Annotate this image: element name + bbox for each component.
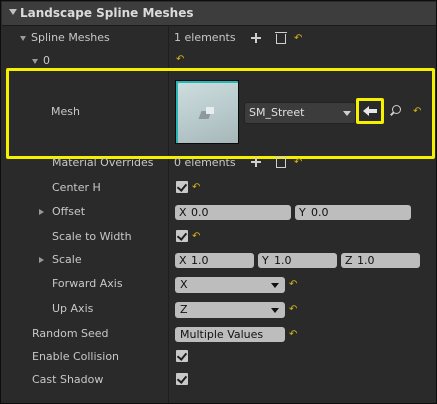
scale-label: Scale — [52, 253, 82, 266]
reset-to-default-icon[interactable]: ↶ — [294, 34, 302, 44]
field-value: 1.0 — [191, 254, 209, 267]
forward-axis-dropdown[interactable]: X — [175, 277, 285, 293]
scale-to-width-checkbox[interactable] — [176, 230, 188, 242]
element-index-row: 0 ↶ — [2, 54, 436, 68]
collapse-arrow-icon[interactable] — [9, 9, 17, 15]
up-axis-dropdown[interactable]: Z — [175, 302, 285, 318]
forward-axis-label: Forward Axis — [52, 277, 123, 290]
cast-shadow-checkbox[interactable] — [176, 373, 188, 385]
enable-collision-checkbox[interactable] — [176, 350, 188, 362]
scale-to-width-label: Scale to Width — [52, 230, 132, 243]
mesh-row-highlight — [6, 68, 435, 159]
spline-meshes-label: Spline Meshes — [31, 31, 110, 44]
reset-to-default-icon[interactable]: ↶ — [192, 232, 200, 242]
material-overrides-label: Material Overrides — [52, 156, 154, 169]
up-axis-row: Up Axis Z ↶ — [2, 302, 436, 318]
axis-label: X — [179, 254, 187, 267]
add-element-icon[interactable] — [251, 157, 261, 167]
reset-to-default-icon[interactable]: ↶ — [176, 55, 184, 65]
spline-meshes-count: 1 elements — [174, 31, 236, 44]
reset-to-default-icon[interactable]: ↶ — [294, 158, 302, 168]
material-overrides-row: Material Overrides 0 elements ↶ — [2, 156, 436, 172]
reset-to-default-icon[interactable]: ↶ — [289, 305, 297, 315]
dropdown-arrow-icon — [271, 308, 279, 313]
up-axis-label: Up Axis — [52, 302, 94, 315]
element-index-label: 0 — [43, 54, 50, 67]
offset-x-field[interactable]: X 0.0 — [175, 205, 291, 220]
center-h-label: Center H — [52, 181, 101, 194]
field-value: 1.0 — [274, 254, 292, 267]
scale-y-field[interactable]: Y 1.0 — [258, 253, 337, 268]
expand-arrow-icon[interactable] — [32, 59, 38, 64]
scale-row: Scale X 1.0 Y 1.0 Z 1.0 — [2, 253, 436, 269]
random-seed-field[interactable]: Multiple Values — [175, 327, 285, 342]
add-element-icon[interactable] — [251, 33, 261, 43]
field-value: 0.0 — [191, 206, 209, 219]
scale-x-field[interactable]: X 1.0 — [175, 253, 254, 268]
spline-meshes-row: Spline Meshes 1 elements ↶ — [2, 31, 436, 49]
cast-shadow-row: Cast Shadow — [2, 373, 436, 389]
reset-to-default-icon[interactable]: ↶ — [289, 280, 297, 290]
expand-arrow-icon[interactable] — [39, 257, 44, 263]
trash-icon[interactable] — [275, 32, 287, 44]
details-panel: Landscape Spline Meshes Spline Meshes 1 … — [0, 0, 437, 404]
enable-collision-label: Enable Collision — [32, 350, 120, 363]
trash-icon[interactable] — [275, 156, 287, 168]
reset-to-default-icon[interactable]: ↶ — [192, 183, 200, 193]
dropdown-value: Z — [180, 303, 188, 316]
axis-label: Y — [262, 254, 269, 267]
cast-shadow-label: Cast Shadow — [32, 373, 104, 386]
axis-label: X — [179, 206, 187, 219]
axis-label: Z — [345, 254, 353, 267]
random-seed-label: Random Seed — [32, 327, 109, 340]
field-value: 0.0 — [311, 206, 329, 219]
reset-to-default-icon[interactable]: ↶ — [289, 330, 297, 340]
expand-arrow-icon[interactable] — [20, 36, 26, 41]
material-overrides-count: 0 elements — [174, 156, 236, 169]
random-seed-row: Random Seed Multiple Values ↶ — [2, 327, 436, 343]
offset-label: Offset — [52, 205, 86, 218]
offset-row: Offset X 0.0 Y 0.0 — [2, 205, 436, 221]
expand-arrow-icon[interactable] — [39, 209, 44, 215]
forward-axis-row: Forward Axis X ↶ — [2, 277, 436, 293]
dropdown-arrow-icon — [271, 283, 279, 288]
center-h-row: Center H ↶ — [2, 181, 436, 197]
offset-y-field[interactable]: Y 0.0 — [295, 205, 411, 220]
axis-label: Y — [299, 206, 306, 219]
enable-collision-row: Enable Collision — [2, 350, 436, 366]
field-value: Multiple Values — [180, 328, 264, 341]
field-value: 1.0 — [357, 254, 375, 267]
dropdown-value: X — [180, 278, 188, 291]
center-h-checkbox[interactable] — [176, 181, 188, 193]
category-header[interactable]: Landscape Spline Meshes — [2, 2, 436, 26]
category-title: Landscape Spline Meshes — [20, 6, 194, 20]
scale-to-width-row: Scale to Width ↶ — [2, 230, 436, 246]
scale-z-field[interactable]: Z 1.0 — [341, 253, 420, 268]
